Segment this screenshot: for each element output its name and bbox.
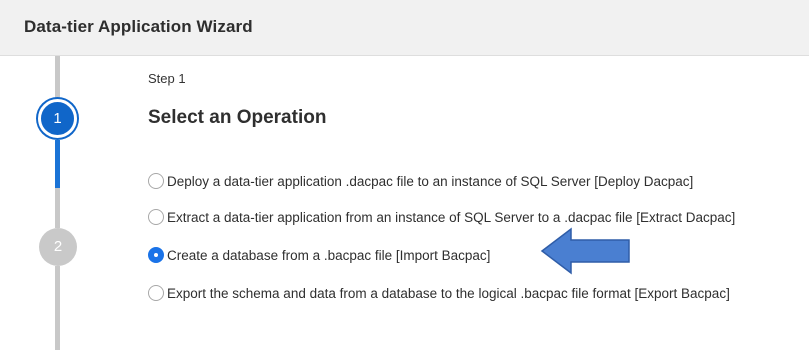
radio-deploy-dacpac[interactable]	[148, 173, 164, 189]
radio-extract-dacpac[interactable]	[148, 209, 164, 225]
wizard-title: Data-tier Application Wizard	[24, 17, 253, 36]
step-label: Step 1	[148, 71, 186, 86]
step-rail-active	[55, 140, 60, 188]
page-title: Select an Operation	[148, 107, 327, 128]
step-1-indicator[interactable]: 1	[38, 99, 77, 138]
option-extract-dacpac[interactable]: Extract a data-tier application from an …	[148, 207, 735, 227]
step-rail-bottom	[55, 266, 60, 350]
radio-import-bacpac[interactable]	[148, 247, 164, 263]
option-export-bacpac[interactable]: Export the schema and data from a databa…	[148, 283, 730, 303]
option-import-bacpac-label[interactable]: Create a database from a .bacpac file [I…	[167, 248, 490, 263]
step-progress: 1 2	[0, 56, 115, 350]
title-bar: Data-tier Application Wizard	[0, 0, 809, 56]
option-deploy-dacpac[interactable]: Deploy a data-tier application .dacpac f…	[148, 171, 693, 191]
wizard-window: Data-tier Application Wizard 1 2 Step 1 …	[0, 0, 809, 350]
radio-export-bacpac[interactable]	[148, 285, 164, 301]
option-extract-dacpac-label[interactable]: Extract a data-tier application from an …	[167, 210, 735, 225]
option-import-bacpac[interactable]: Create a database from a .bacpac file [I…	[148, 245, 490, 265]
option-deploy-dacpac-label[interactable]: Deploy a data-tier application .dacpac f…	[167, 174, 693, 189]
step-rail-middle	[55, 188, 60, 228]
step-rail-top	[55, 56, 60, 99]
left-arrow-icon	[540, 227, 630, 275]
option-export-bacpac-label[interactable]: Export the schema and data from a databa…	[167, 286, 730, 301]
step-2-indicator[interactable]: 2	[39, 228, 77, 266]
